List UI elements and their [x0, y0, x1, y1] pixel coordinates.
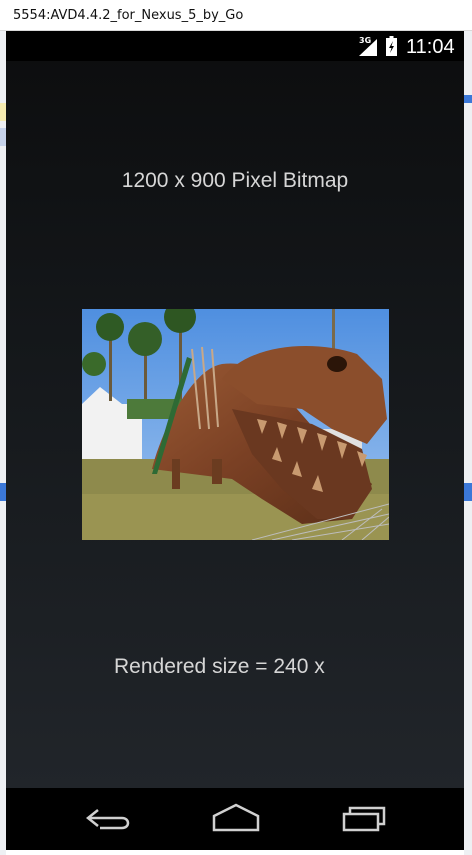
- rendered-size-caption: Rendered size = 240 x: [114, 655, 325, 678]
- desktop-background-right: [464, 0, 472, 855]
- status-clock: 11:04: [406, 36, 455, 58]
- signal-icon: [359, 39, 377, 56]
- window-title: 5554:AVD4.4.2_for_Nexus_5_by_Go: [13, 8, 244, 23]
- home-icon[interactable]: [211, 802, 261, 834]
- emulator-window-titlebar[interactable]: 5554:AVD4.4.2_for_Nexus_5_by_Go: [0, 0, 472, 31]
- back-icon[interactable]: [84, 802, 134, 834]
- bitmap-size-heading: 1200 x 900 Pixel Bitmap: [121, 169, 349, 192]
- android-screen: 3G 11:04 1200 x 900 Pixel Bitmap Rendere…: [6, 31, 464, 788]
- navigation-bar: [6, 788, 464, 850]
- battery-charging-icon: [386, 36, 397, 56]
- status-bar: 3G 11:04: [6, 31, 464, 61]
- dinosaur-sculpture-image: [82, 309, 389, 540]
- emulator-frame: 3G 11:04 1200 x 900 Pixel Bitmap Rendere…: [6, 31, 464, 850]
- recent-apps-icon[interactable]: [339, 802, 389, 834]
